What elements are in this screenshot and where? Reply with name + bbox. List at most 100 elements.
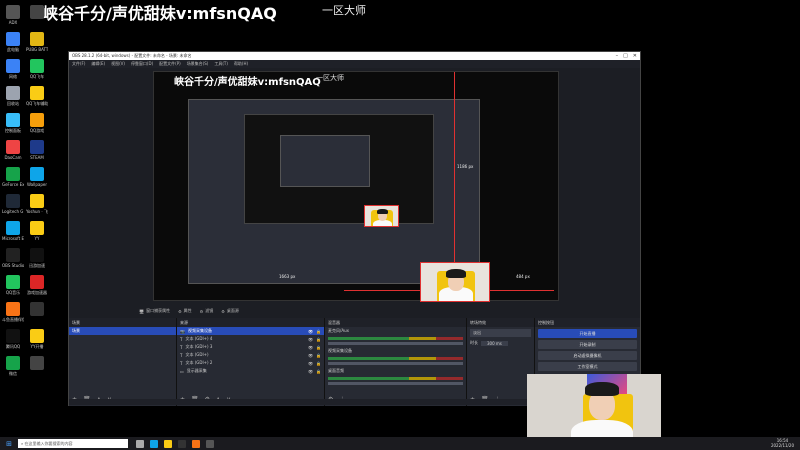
webcam-source[interactable] <box>420 262 490 302</box>
preview-footer-button[interactable]: ⚙ 属性 <box>178 308 192 314</box>
desktop-icon[interactable]: Microsoft Edge <box>2 221 24 241</box>
preview-footer-button[interactable]: 🖥 窗口捕获属性 <box>139 308 170 314</box>
app-icon <box>6 113 20 127</box>
close-icon[interactable]: ✕ <box>633 53 637 59</box>
lock-icon[interactable]: 🔒 <box>316 361 321 366</box>
desktop-icon[interactable]: QQ飞车辅助工具 <box>26 86 48 106</box>
scene-item[interactable]: 场景 <box>69 327 176 335</box>
desktop-icon-label: 网络 <box>9 74 17 79</box>
controls-dock-header: 控制按钮 <box>535 318 640 327</box>
desktop-icon[interactable]: QQ飞车 <box>26 59 48 79</box>
obs-window-title: OBS 28.1.2 (64-bit, windows) - 配置文件: 未命名… <box>72 53 192 58</box>
menu-item[interactable]: 文件(F) <box>72 61 85 67</box>
desktop-icon[interactable]: 网络 <box>2 59 24 79</box>
virtual-camera-button[interactable]: 启动虚拟摄像机 <box>538 351 637 360</box>
desktop-icon[interactable]: YY开播 <box>26 329 48 349</box>
desktop-icon-label: QQ游戏 <box>29 128 45 133</box>
app-icon <box>30 302 44 316</box>
desktop-icon[interactable]: 游戏加速器 <box>26 275 48 295</box>
desktop-icon[interactable]: STEAM <box>26 140 48 160</box>
desktop-icon[interactable]: 斗鱼直播伴侣 <box>2 302 24 322</box>
obs-menubar: 文件(F) 编辑(E) 视图(V) 停靠窗口(D) 配置文件(P) 场景集合(S) 工具(T… <box>69 60 640 68</box>
preview-footer-button[interactable]: ⚙ 滤镜 <box>200 308 214 314</box>
desktop-icon[interactable]: 此电脑 <box>2 32 24 52</box>
app-taskbar-icon[interactable] <box>192 439 200 448</box>
text-icon: T <box>180 344 183 350</box>
transition-select[interactable]: 淡出 <box>470 329 531 337</box>
desktop-icon[interactable]: ADX <box>2 5 24 25</box>
visibility-icon[interactable]: 👁 <box>308 369 313 374</box>
desktop-icon[interactable]: Logitech G HUB <box>2 194 24 214</box>
visibility-icon[interactable]: 👁 <box>308 329 313 334</box>
desktop-icon[interactable]: 回收站 <box>2 86 24 106</box>
app-icon <box>6 248 20 262</box>
app-taskbar-icon-2[interactable] <box>206 439 214 448</box>
desktop-icon[interactable]: QQ音乐 <box>2 275 24 295</box>
obs-titlebar[interactable]: OBS 28.1.2 (64-bit, windows) - 配置文件: 未命名… <box>69 52 640 60</box>
minimize-icon[interactable]: – <box>616 53 619 59</box>
obs-taskbar-icon[interactable] <box>178 439 186 448</box>
maximize-icon[interactable]: □ <box>623 53 628 59</box>
volume-slider[interactable] <box>328 342 463 345</box>
menu-item[interactable]: 工具(T) <box>214 61 228 67</box>
desktop-icon-label: Yoshun · 飞 · 流行大师 <box>26 209 48 214</box>
menu-item[interactable]: 视图(V) <box>111 61 125 67</box>
lock-icon[interactable]: 🔒 <box>316 353 321 358</box>
visibility-icon[interactable]: 👁 <box>308 361 313 366</box>
source-item[interactable]: T 文本 (GDI+) 2 👁 🔒 <box>177 359 324 367</box>
desktop-icon[interactable]: QQ游戏 <box>26 113 48 133</box>
lock-icon[interactable]: 🔒 <box>316 329 321 334</box>
lock-icon[interactable]: 🔒 <box>316 369 321 374</box>
desktop-icon[interactable]: YY <box>26 221 48 241</box>
duration-input[interactable]: 300 ms <box>481 340 508 346</box>
start-streaming-button[interactable]: 开始直播 <box>538 329 637 338</box>
visibility-icon[interactable]: 👁 <box>308 337 313 342</box>
desktop-icon[interactable]: GeForce Experience <box>2 167 24 187</box>
transition-duration[interactable]: 时长 300 ms <box>467 339 534 347</box>
menu-item[interactable]: 帮助(H) <box>234 61 248 67</box>
desktop-icon[interactable] <box>26 5 48 20</box>
task-view-icon[interactable] <box>136 439 144 448</box>
desktop-icon[interactable]: DaoCam <box>2 140 24 160</box>
desktop-icon[interactable] <box>26 356 48 371</box>
desktop-icon[interactable]: 迅游加速 <box>26 248 48 268</box>
source-item[interactable]: T 文本 (GDI+) 3 👁 🔒 <box>177 343 324 351</box>
desktop-icon[interactable]: Yoshun · 飞 · 流行大师 <box>26 194 48 214</box>
volume-slider[interactable] <box>328 362 463 365</box>
menu-item[interactable]: 停靠窗口(D) <box>131 61 153 67</box>
desktop-icon[interactable]: PUBG BATTLEGR... <box>26 32 48 52</box>
lock-icon[interactable]: 🔒 <box>316 345 321 350</box>
visibility-icon[interactable]: 👁 <box>308 353 313 358</box>
source-label: 文本 (GDI+) 3 <box>185 344 213 349</box>
menu-item[interactable]: 配置文件(P) <box>159 61 181 67</box>
lock-icon[interactable]: 🔒 <box>316 337 321 342</box>
text-icon: T <box>180 352 183 358</box>
desktop-icon[interactable]: 腾讯QQ <box>2 329 24 349</box>
source-item[interactable]: T 文本 (GDI+) 4 👁 🔒 <box>177 335 324 343</box>
explorer-icon[interactable] <box>164 439 172 448</box>
source-item[interactable]: 📷 视频采集设备 👁 🔒 <box>177 327 324 335</box>
system-clock[interactable]: 16:54 2022/11/20 <box>771 438 794 448</box>
volume-slider[interactable] <box>328 382 463 385</box>
desktop-icon[interactable]: OBS Studio <box>2 248 24 268</box>
desktop-icon[interactable] <box>26 302 48 317</box>
desktop-icon[interactable]: 控制面板 <box>2 113 24 133</box>
audio-meter <box>328 357 463 360</box>
desktop-icon[interactable]: 微信 <box>2 356 24 376</box>
menu-item[interactable]: 编辑(E) <box>91 61 105 67</box>
text-icon: T <box>180 360 183 366</box>
edge-icon[interactable] <box>150 439 158 448</box>
visibility-icon[interactable]: 👁 <box>308 345 313 350</box>
obs-preview-canvas[interactable]: 峡谷千分/声优甜妹v:mfsnQAQ 一区大师 1186 px 1663 px … <box>153 71 559 302</box>
start-recording-button[interactable]: 开始录制 <box>538 340 637 349</box>
source-item[interactable]: T 文本 (GDI+) 👁 🔒 <box>177 351 324 359</box>
desktop-icon[interactable]: Wallpaper <box>26 167 48 187</box>
taskbar-search-input[interactable]: ⌕ 在这里输入你要搜索的内容 <box>18 439 128 448</box>
preview-footer-button[interactable]: ⚙ 桌面源 <box>221 308 239 314</box>
windows-start-icon[interactable]: ⊞ <box>3 439 15 448</box>
desktop-icon-label: YY开播 <box>30 344 44 349</box>
studio-mode-button[interactable]: 工作室模式 <box>538 362 637 371</box>
source-item[interactable]: ▭ 显示器采集 👁 🔒 <box>177 367 324 375</box>
desktop-icons: ADX 此电脑 PUBG BATTLEGR... 网络 QQ飞车回收站 QQ飞车辅助工具控… <box>0 0 50 430</box>
menu-item[interactable]: 场景集合(S) <box>187 61 209 67</box>
